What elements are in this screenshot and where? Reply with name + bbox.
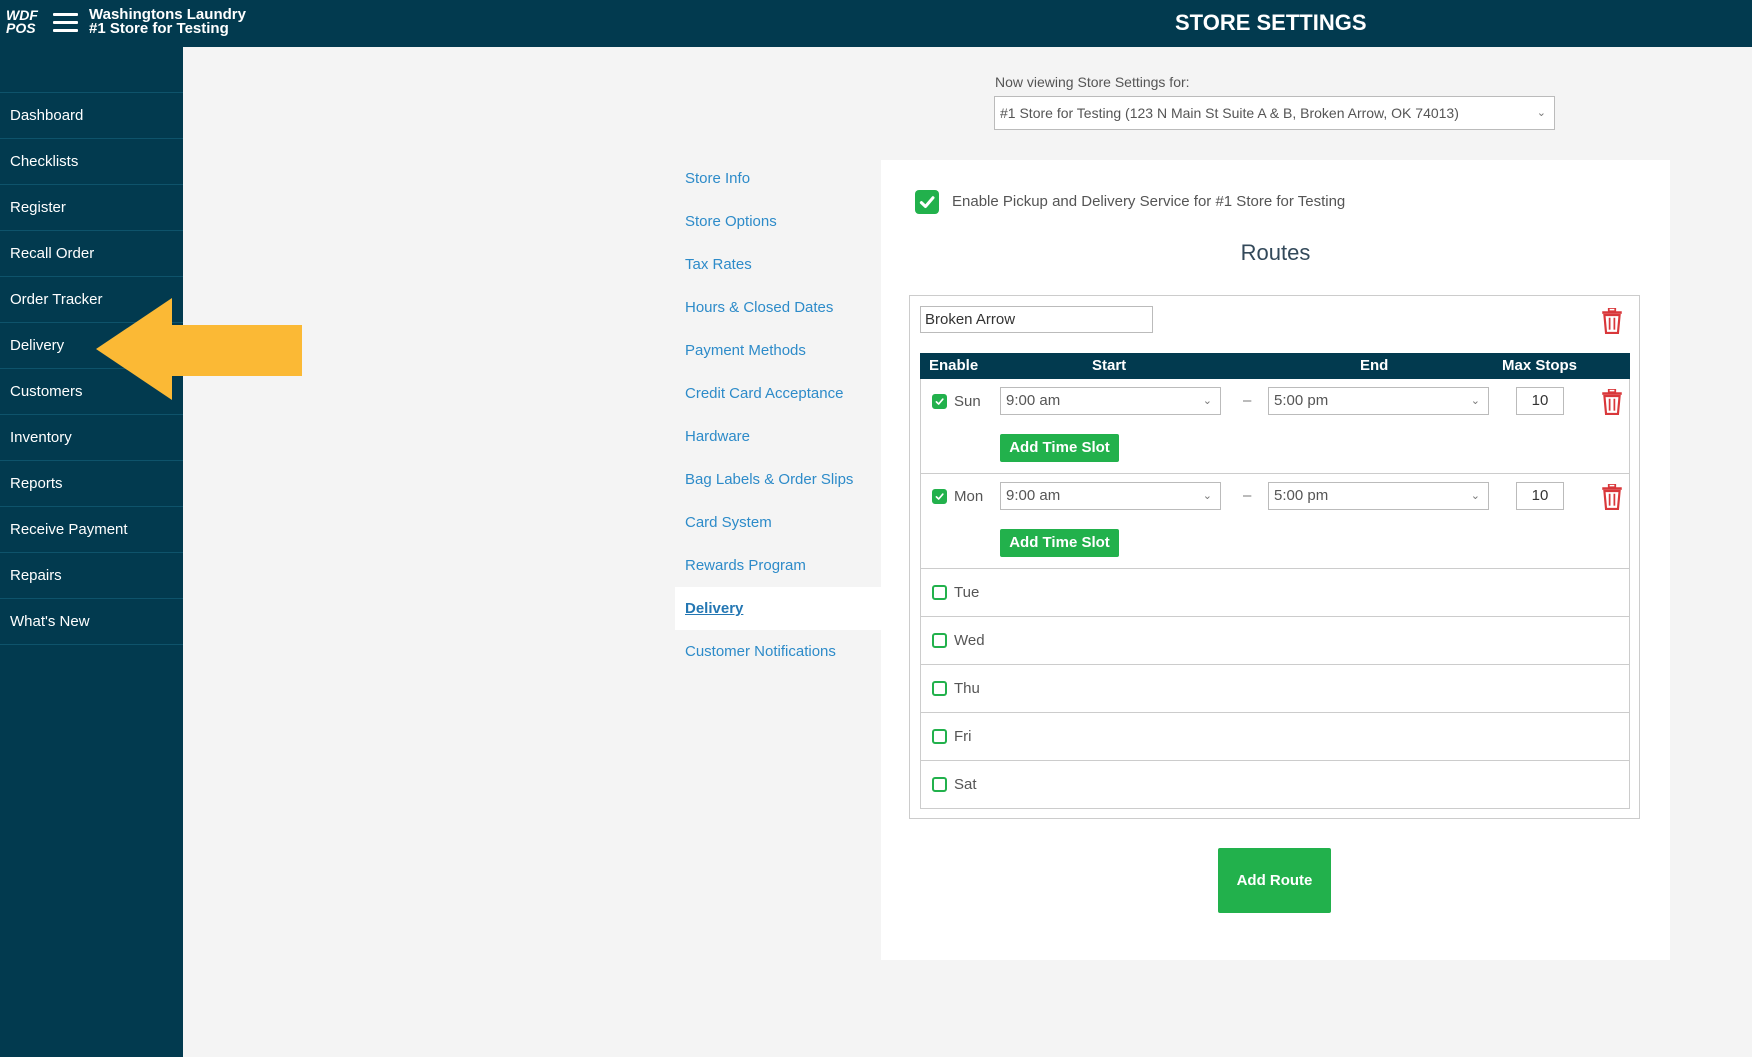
checkmark-icon: [935, 398, 944, 405]
day-enable-checkbox-mon[interactable]: [932, 489, 947, 504]
start-time-value: 9:00 am: [1006, 487, 1061, 504]
settings-nav-payment-methods[interactable]: Payment Methods: [675, 329, 881, 372]
day-row-thu: Thu: [920, 665, 1630, 713]
sidebar-item-register[interactable]: Register: [0, 184, 183, 230]
day-enable-checkbox-sun[interactable]: [932, 394, 947, 409]
checkmark-icon: [919, 196, 935, 208]
day-enable-checkbox-tue[interactable]: [932, 585, 947, 600]
callout-arrow-icon: [96, 298, 302, 400]
enable-delivery-checkbox[interactable]: [915, 190, 939, 214]
add-route-button[interactable]: Add Route: [1218, 848, 1331, 913]
add-time-slot-button-mon[interactable]: Add Time Slot: [1000, 529, 1119, 557]
route-days-table: Enable Start End Max Stops Sun 9:00 am ⌄…: [920, 353, 1630, 809]
current-store-name: #1 Store for Testing: [89, 20, 229, 37]
settings-nav-rewards[interactable]: Rewards Program: [675, 544, 881, 587]
day-label-thu: Thu: [954, 680, 980, 697]
end-time-value: 5:00 pm: [1274, 487, 1329, 504]
store-selector-dropdown[interactable]: #1 Store for Testing (123 N Main St Suit…: [994, 96, 1555, 130]
sidebar-item-inventory[interactable]: Inventory: [0, 414, 183, 460]
settings-nav-delivery[interactable]: Delivery: [675, 587, 881, 630]
day-label-mon: Mon: [954, 488, 984, 505]
settings-nav-hours[interactable]: Hours & Closed Dates: [675, 286, 881, 329]
settings-nav-card-system[interactable]: Card System: [675, 501, 881, 544]
sidebar-item-checklists[interactable]: Checklists: [0, 138, 183, 184]
settings-nav-store-info[interactable]: Store Info: [675, 157, 881, 200]
day-row-sat: Sat: [920, 761, 1630, 809]
header-end: End: [1360, 357, 1389, 374]
sidebar-item-receive-payment[interactable]: Receive Payment: [0, 506, 183, 552]
delete-time-slot-trash-icon[interactable]: [1601, 484, 1623, 510]
end-time-value: 5:00 pm: [1274, 392, 1329, 409]
sidebar-item-reports[interactable]: Reports: [0, 460, 183, 506]
page-title: STORE SETTINGS: [1175, 10, 1367, 35]
chevron-down-icon: ⌄: [1202, 490, 1212, 502]
day-label-sat: Sat: [954, 776, 977, 793]
day-enable-checkbox-thu[interactable]: [932, 681, 947, 696]
hamburger-menu-icon[interactable]: [53, 13, 78, 33]
sidebar-item-repairs[interactable]: Repairs: [0, 552, 183, 598]
settings-nav-store-options[interactable]: Store Options: [675, 200, 881, 243]
settings-nav: Store Info Store Options Tax Rates Hours…: [675, 157, 881, 673]
end-time-select-mon[interactable]: 5:00 pm ⌄: [1268, 482, 1489, 510]
table-header: Enable Start End Max Stops: [920, 353, 1630, 379]
day-enable-checkbox-sat[interactable]: [932, 777, 947, 792]
max-stops-input-sun[interactable]: 10: [1516, 387, 1564, 415]
time-range-dash: –: [1243, 392, 1252, 409]
start-time-select-mon[interactable]: 9:00 am ⌄: [1000, 482, 1221, 510]
end-time-select-sun[interactable]: 5:00 pm ⌄: [1268, 387, 1489, 415]
day-row-mon: Mon 9:00 am ⌄ – 5:00 pm ⌄ 10 Add Time Sl…: [920, 474, 1630, 569]
day-row-tue: Tue: [920, 569, 1630, 617]
store-name: Washingtons Laundry #1 Store for Testing: [89, 7, 246, 37]
settings-nav-hardware[interactable]: Hardware: [675, 415, 881, 458]
logo-line-2: POS: [6, 20, 36, 36]
header-enable: Enable: [929, 357, 979, 374]
chevron-down-icon: ⌄: [1470, 490, 1480, 502]
day-label-tue: Tue: [954, 584, 980, 601]
day-row-sun: Sun 9:00 am ⌄ – 5:00 pm ⌄ 10 Add Time Sl…: [920, 379, 1630, 474]
sidebar-item-recall-order[interactable]: Recall Order: [0, 230, 183, 276]
settings-nav-credit-card[interactable]: Credit Card Acceptance: [675, 372, 881, 415]
day-row-fri: Fri: [920, 713, 1630, 761]
day-label-wed: Wed: [954, 632, 985, 649]
settings-nav-customer-notifications[interactable]: Customer Notifications: [675, 630, 881, 673]
day-enable-checkbox-wed[interactable]: [932, 633, 947, 648]
sidebar-item-dashboard[interactable]: Dashboard: [0, 92, 183, 138]
sidebar-item-whats-new[interactable]: What's New: [0, 598, 183, 645]
chevron-down-icon: ⌄: [1536, 107, 1546, 119]
max-stops-input-mon[interactable]: 10: [1516, 482, 1564, 510]
day-row-wed: Wed: [920, 617, 1630, 665]
enable-delivery-label: Enable Pickup and Delivery Service for #…: [952, 193, 1346, 210]
chevron-down-icon: ⌄: [1202, 395, 1212, 407]
day-label-fri: Fri: [954, 728, 972, 745]
start-time-value: 9:00 am: [1006, 392, 1061, 409]
time-range-dash: –: [1243, 487, 1252, 504]
day-label-sun: Sun: [954, 393, 981, 410]
routes-title: Routes: [1240, 240, 1311, 265]
chevron-down-icon: ⌄: [1470, 395, 1480, 407]
header-start: Start: [1092, 357, 1127, 374]
day-enable-checkbox-fri[interactable]: [932, 729, 947, 744]
start-time-select-sun[interactable]: 9:00 am ⌄: [1000, 387, 1221, 415]
header-max-stops: Max Stops: [1502, 357, 1578, 374]
wdf-pos-logo: WDF POS: [6, 8, 44, 37]
store-selector-label: Now viewing Store Settings for:: [995, 74, 1190, 90]
delivery-settings-panel: Enable Pickup and Delivery Service for #…: [881, 160, 1670, 960]
delete-route-trash-icon[interactable]: [1601, 308, 1623, 334]
checkmark-icon: [935, 493, 944, 500]
sidebar: Dashboard Checklists Register Recall Ord…: [0, 47, 183, 1057]
delete-time-slot-trash-icon[interactable]: [1601, 389, 1623, 415]
store-selector-value: #1 Store for Testing (123 N Main St Suit…: [1000, 105, 1459, 121]
settings-nav-bag-labels[interactable]: Bag Labels & Order Slips: [675, 458, 881, 501]
settings-nav-tax-rates[interactable]: Tax Rates: [675, 243, 881, 286]
route-card: Broken Arrow Enable Start End Max Stops …: [909, 295, 1640, 819]
top-bar: WDF POS Washingtons Laundry #1 Store for…: [0, 0, 1752, 47]
add-time-slot-button-sun[interactable]: Add Time Slot: [1000, 434, 1119, 462]
route-name-input[interactable]: Broken Arrow: [920, 306, 1153, 333]
